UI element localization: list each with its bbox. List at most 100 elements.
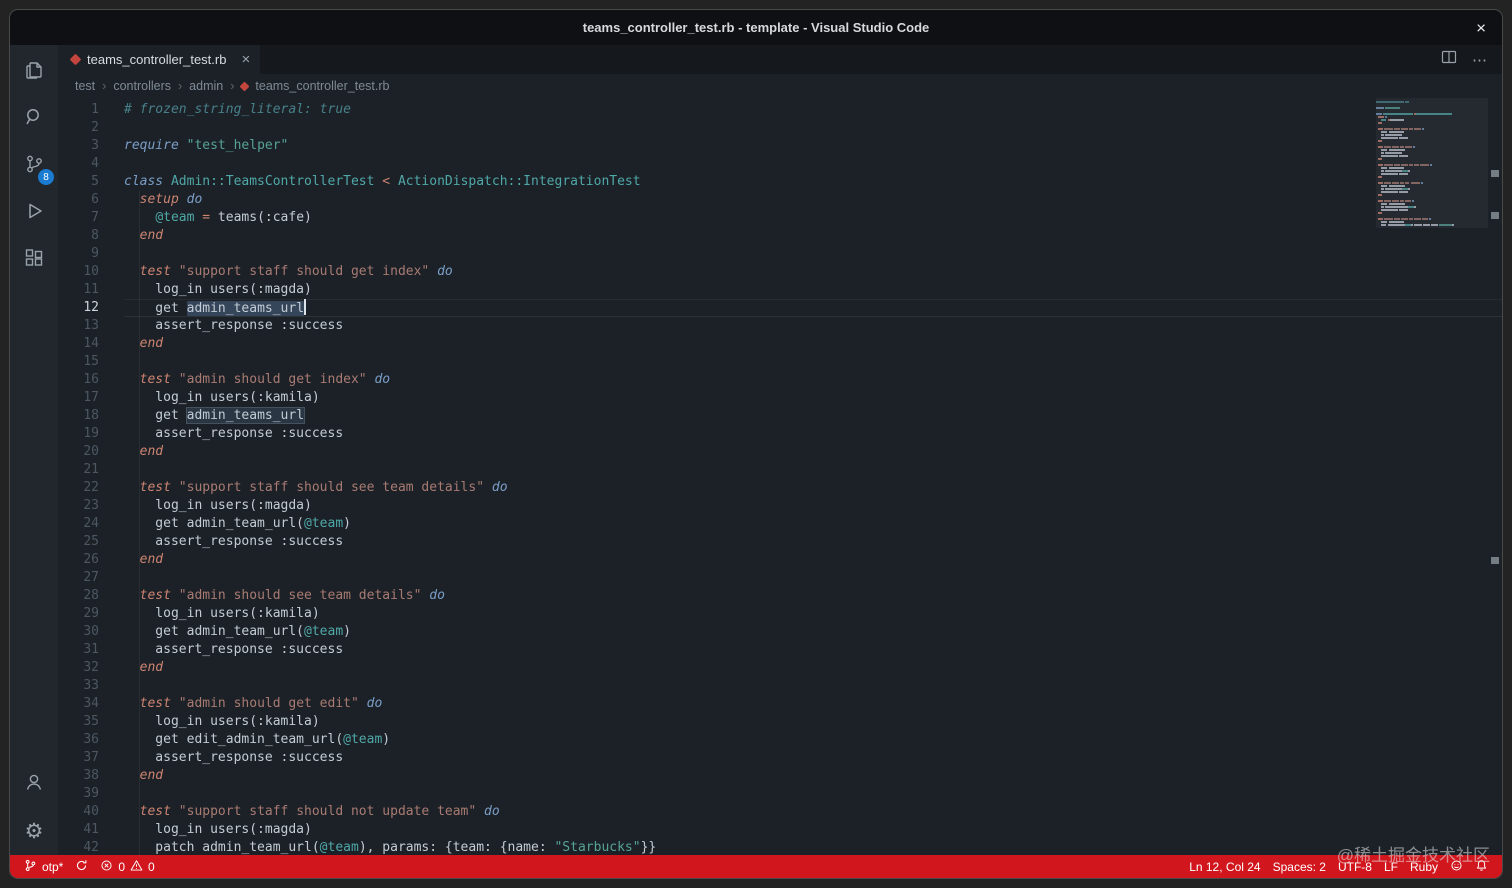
line-number[interactable]: 10	[58, 263, 99, 281]
line-number[interactable]: 2	[58, 119, 99, 137]
code-line[interactable]: test "admin should see team details" do	[124, 587, 1502, 605]
line-number[interactable]: 31	[58, 641, 99, 659]
line-number[interactable]: 27	[58, 569, 99, 587]
sidebar-item-explorer[interactable]	[10, 49, 58, 96]
code-line[interactable]: end	[124, 767, 1502, 785]
code-line[interactable]: test "support staff should see team deta…	[124, 479, 1502, 497]
line-number[interactable]: 18	[58, 407, 99, 425]
code-line[interactable]: end	[124, 443, 1502, 461]
sync-button[interactable]	[69, 855, 94, 878]
code-line[interactable]: get admin_teams_url	[124, 407, 1502, 425]
line-number[interactable]: 28	[58, 587, 99, 605]
minimap[interactable]	[1376, 98, 1488, 855]
line-number[interactable]: 16	[58, 371, 99, 389]
line-number[interactable]: 9	[58, 245, 99, 263]
code-line[interactable]: log_in users(:kamila)	[124, 389, 1502, 407]
code-line[interactable]: end	[124, 227, 1502, 245]
code-line[interactable]: assert_response :success	[124, 317, 1502, 335]
code-line[interactable]: log_in users(:magda)	[124, 281, 1502, 299]
line-number[interactable]: 37	[58, 749, 99, 767]
code-line[interactable]: get edit_admin_team_url(@team)	[124, 731, 1502, 749]
breadcrumb-item[interactable]: admin	[189, 79, 223, 93]
code-line[interactable]	[124, 677, 1502, 695]
line-number[interactable]: 35	[58, 713, 99, 731]
code-line[interactable]	[124, 155, 1502, 173]
code-line[interactable]: log_in users(:kamila)	[124, 605, 1502, 623]
code-line[interactable]: log_in users(:kamila)	[124, 713, 1502, 731]
code-line[interactable]: test "support staff should not update te…	[124, 803, 1502, 821]
line-number[interactable]: 26	[58, 551, 99, 569]
line-number[interactable]: 41	[58, 821, 99, 839]
line-number[interactable]: 30	[58, 623, 99, 641]
notifications-button[interactable]	[1469, 855, 1494, 878]
line-number[interactable]: 32	[58, 659, 99, 677]
line-number[interactable]: 39	[58, 785, 99, 803]
eol-setting[interactable]: LF	[1378, 855, 1404, 878]
code-line[interactable]: # frozen_string_literal: true	[124, 101, 1502, 119]
line-number[interactable]: 7	[58, 209, 99, 227]
sidebar-item-search[interactable]	[10, 96, 58, 143]
line-number[interactable]: 33	[58, 677, 99, 695]
problems-indicator[interactable]: 0 0	[94, 855, 160, 878]
line-number[interactable]: 14	[58, 335, 99, 353]
code-line[interactable]: log_in users(:magda)	[124, 821, 1502, 839]
line-number[interactable]: 13	[58, 317, 99, 335]
breadcrumb-item[interactable]: controllers	[113, 79, 171, 93]
sidebar-item-source-control[interactable]: 8	[10, 143, 58, 190]
code-line[interactable]	[124, 569, 1502, 587]
line-number[interactable]: 25	[58, 533, 99, 551]
code-line[interactable]	[124, 461, 1502, 479]
line-number[interactable]: 17	[58, 389, 99, 407]
code-line[interactable]: class Admin::TeamsControllerTest < Actio…	[124, 173, 1502, 191]
code-line[interactable]: test "admin should get index" do	[124, 371, 1502, 389]
line-number[interactable]: 36	[58, 731, 99, 749]
code-line[interactable]	[124, 353, 1502, 371]
breadcrumb-item[interactable]: test	[75, 79, 95, 93]
line-number[interactable]: 21	[58, 461, 99, 479]
code-line[interactable]: test "support staff should get index" do	[124, 263, 1502, 281]
encoding-setting[interactable]: UTF-8	[1332, 855, 1378, 878]
language-mode[interactable]: Ruby	[1404, 855, 1444, 878]
code-line[interactable]: require "test_helper"	[124, 137, 1502, 155]
line-number[interactable]: 22	[58, 479, 99, 497]
tab-teams-controller-test[interactable]: teams_controller_test.rb ×	[58, 45, 261, 74]
sidebar-item-accounts[interactable]	[10, 761, 58, 808]
line-number[interactable]: 5	[58, 173, 99, 191]
code-line[interactable]	[124, 785, 1502, 803]
code-line[interactable]: assert_response :success	[124, 533, 1502, 551]
line-number[interactable]: 42	[58, 839, 99, 857]
code-line[interactable]	[124, 119, 1502, 137]
line-number[interactable]: 6	[58, 191, 99, 209]
line-number[interactable]: 24	[58, 515, 99, 533]
code-line[interactable]: get admin_team_url(@team)	[124, 515, 1502, 533]
line-number[interactable]: 12	[58, 299, 99, 317]
code-line[interactable]: log_in users(:magda)	[124, 497, 1502, 515]
cursor-position[interactable]: Ln 12, Col 24	[1183, 855, 1266, 878]
line-number[interactable]: 4	[58, 155, 99, 173]
code-line[interactable]: test "admin should get edit" do	[124, 695, 1502, 713]
line-number[interactable]: 3	[58, 137, 99, 155]
line-number[interactable]: 34	[58, 695, 99, 713]
line-number[interactable]: 15	[58, 353, 99, 371]
window-close-button[interactable]: ×	[1476, 19, 1486, 36]
code-line[interactable]: @team = teams(:cafe)	[124, 209, 1502, 227]
code-line[interactable]: assert_response :success	[124, 425, 1502, 443]
line-number[interactable]: 29	[58, 605, 99, 623]
code-line[interactable]: get admin_team_url(@team)	[124, 623, 1502, 641]
tab-close-icon[interactable]: ×	[241, 52, 250, 67]
line-number[interactable]: 8	[58, 227, 99, 245]
breadcrumb-item[interactable]: teams_controller_test.rb	[255, 79, 389, 93]
code-line[interactable]: get admin_teams_url	[124, 299, 1502, 317]
line-number[interactable]: 19	[58, 425, 99, 443]
sidebar-item-run-debug[interactable]	[10, 190, 58, 237]
feedback-button[interactable]	[1444, 855, 1469, 878]
line-number[interactable]: 11	[58, 281, 99, 299]
code-line[interactable]: end	[124, 335, 1502, 353]
branch-indicator[interactable]: otp*	[18, 855, 69, 878]
code-line[interactable]: end	[124, 551, 1502, 569]
code-area[interactable]: # frozen_string_literal: true require "te…	[124, 98, 1502, 855]
code-line[interactable]	[124, 245, 1502, 263]
line-number[interactable]: 40	[58, 803, 99, 821]
line-number[interactable]: 20	[58, 443, 99, 461]
sidebar-item-settings[interactable]: ⚙	[10, 808, 58, 855]
